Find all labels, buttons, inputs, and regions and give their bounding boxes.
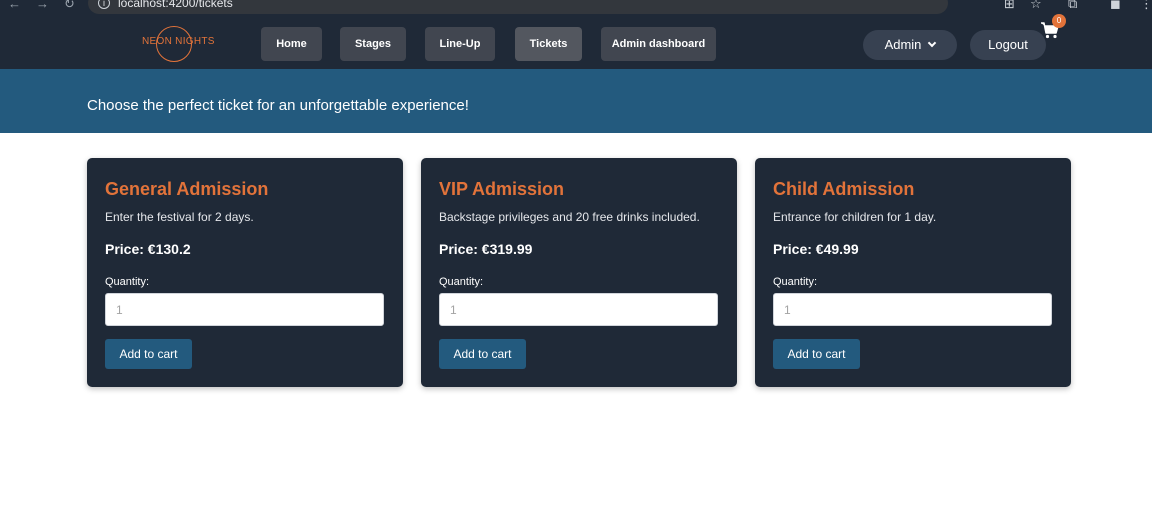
- banner-text: Choose the perfect ticket for an unforge…: [87, 97, 469, 114]
- nav-tickets-button[interactable]: Tickets: [515, 27, 582, 61]
- ticket-title: Child Admission: [773, 179, 915, 199]
- nav-stages-button[interactable]: Stages: [340, 27, 406, 61]
- main-navbar: NEON NIGHTS Home Stages Line-Up Tickets …: [0, 18, 1152, 69]
- ticket-description: Entrance for children for 1 day.: [773, 210, 937, 224]
- ticket-title: General Admission: [105, 179, 269, 199]
- logout-button[interactable]: Logout: [970, 30, 1046, 60]
- ticket-price: Price: €49.99: [773, 241, 859, 257]
- quantity-input[interactable]: [105, 293, 384, 326]
- chevron-down-icon: [928, 38, 937, 48]
- quantity-label: Quantity:: [105, 276, 150, 288]
- quantity-label: Quantity:: [439, 276, 484, 288]
- site-logo[interactable]: NEON NIGHTS: [142, 36, 215, 47]
- add-to-cart-button[interactable]: Add to cart: [773, 339, 860, 369]
- ticket-title: VIP Admission: [439, 179, 565, 199]
- back-arrow-icon[interactable]: ←: [8, 0, 21, 11]
- browser-toolbar: ← → ↻ i localhost:4200/tickets ⊞ ☆ ⧉ ◼ ⋮: [0, 0, 1152, 18]
- admin-dropdown[interactable]: Admin: [863, 30, 957, 60]
- extensions-icon[interactable]: ⧉: [1068, 0, 1077, 12]
- quantity-input[interactable]: [439, 293, 718, 326]
- bookmark-star-icon[interactable]: ☆: [1030, 0, 1042, 12]
- nav-admin-dashboard-button[interactable]: Admin dashboard: [601, 27, 716, 61]
- nav-home-button[interactable]: Home: [261, 27, 322, 61]
- profile-icon[interactable]: ◼: [1110, 0, 1121, 12]
- ticket-description: Enter the festival for 2 days.: [105, 210, 254, 224]
- browser-menu-icon[interactable]: ⋮: [1140, 0, 1152, 12]
- ticket-card-vip: VIP Admission Backstage privileges and 2…: [421, 158, 737, 387]
- hero-banner: Choose the perfect ticket for an unforge…: [0, 69, 1152, 133]
- admin-dropdown-label: Admin: [884, 37, 922, 52]
- nav-lineup-button[interactable]: Line-Up: [425, 27, 495, 61]
- reload-icon[interactable]: ↻: [64, 0, 75, 12]
- cart-count-badge: 0: [1052, 14, 1066, 28]
- quantity-label: Quantity:: [773, 276, 818, 288]
- add-to-cart-button[interactable]: Add to cart: [105, 339, 192, 369]
- forward-arrow-icon[interactable]: →: [36, 0, 49, 11]
- site-info-icon[interactable]: i: [98, 0, 110, 9]
- url-text: localhost:4200/tickets: [118, 0, 233, 10]
- address-bar[interactable]: i localhost:4200/tickets: [88, 0, 948, 14]
- quantity-input[interactable]: [773, 293, 1052, 326]
- add-to-cart-button[interactable]: Add to cart: [439, 339, 526, 369]
- ticket-price: Price: €319.99: [439, 241, 533, 257]
- ticket-description: Backstage privileges and 20 free drinks …: [439, 210, 700, 224]
- ticket-price: Price: €130.2: [105, 241, 191, 257]
- translate-icon[interactable]: ⊞: [1004, 0, 1015, 12]
- ticket-card-child: Child Admission Entrance for children fo…: [755, 158, 1071, 387]
- ticket-card-general: General Admission Enter the festival for…: [87, 158, 403, 387]
